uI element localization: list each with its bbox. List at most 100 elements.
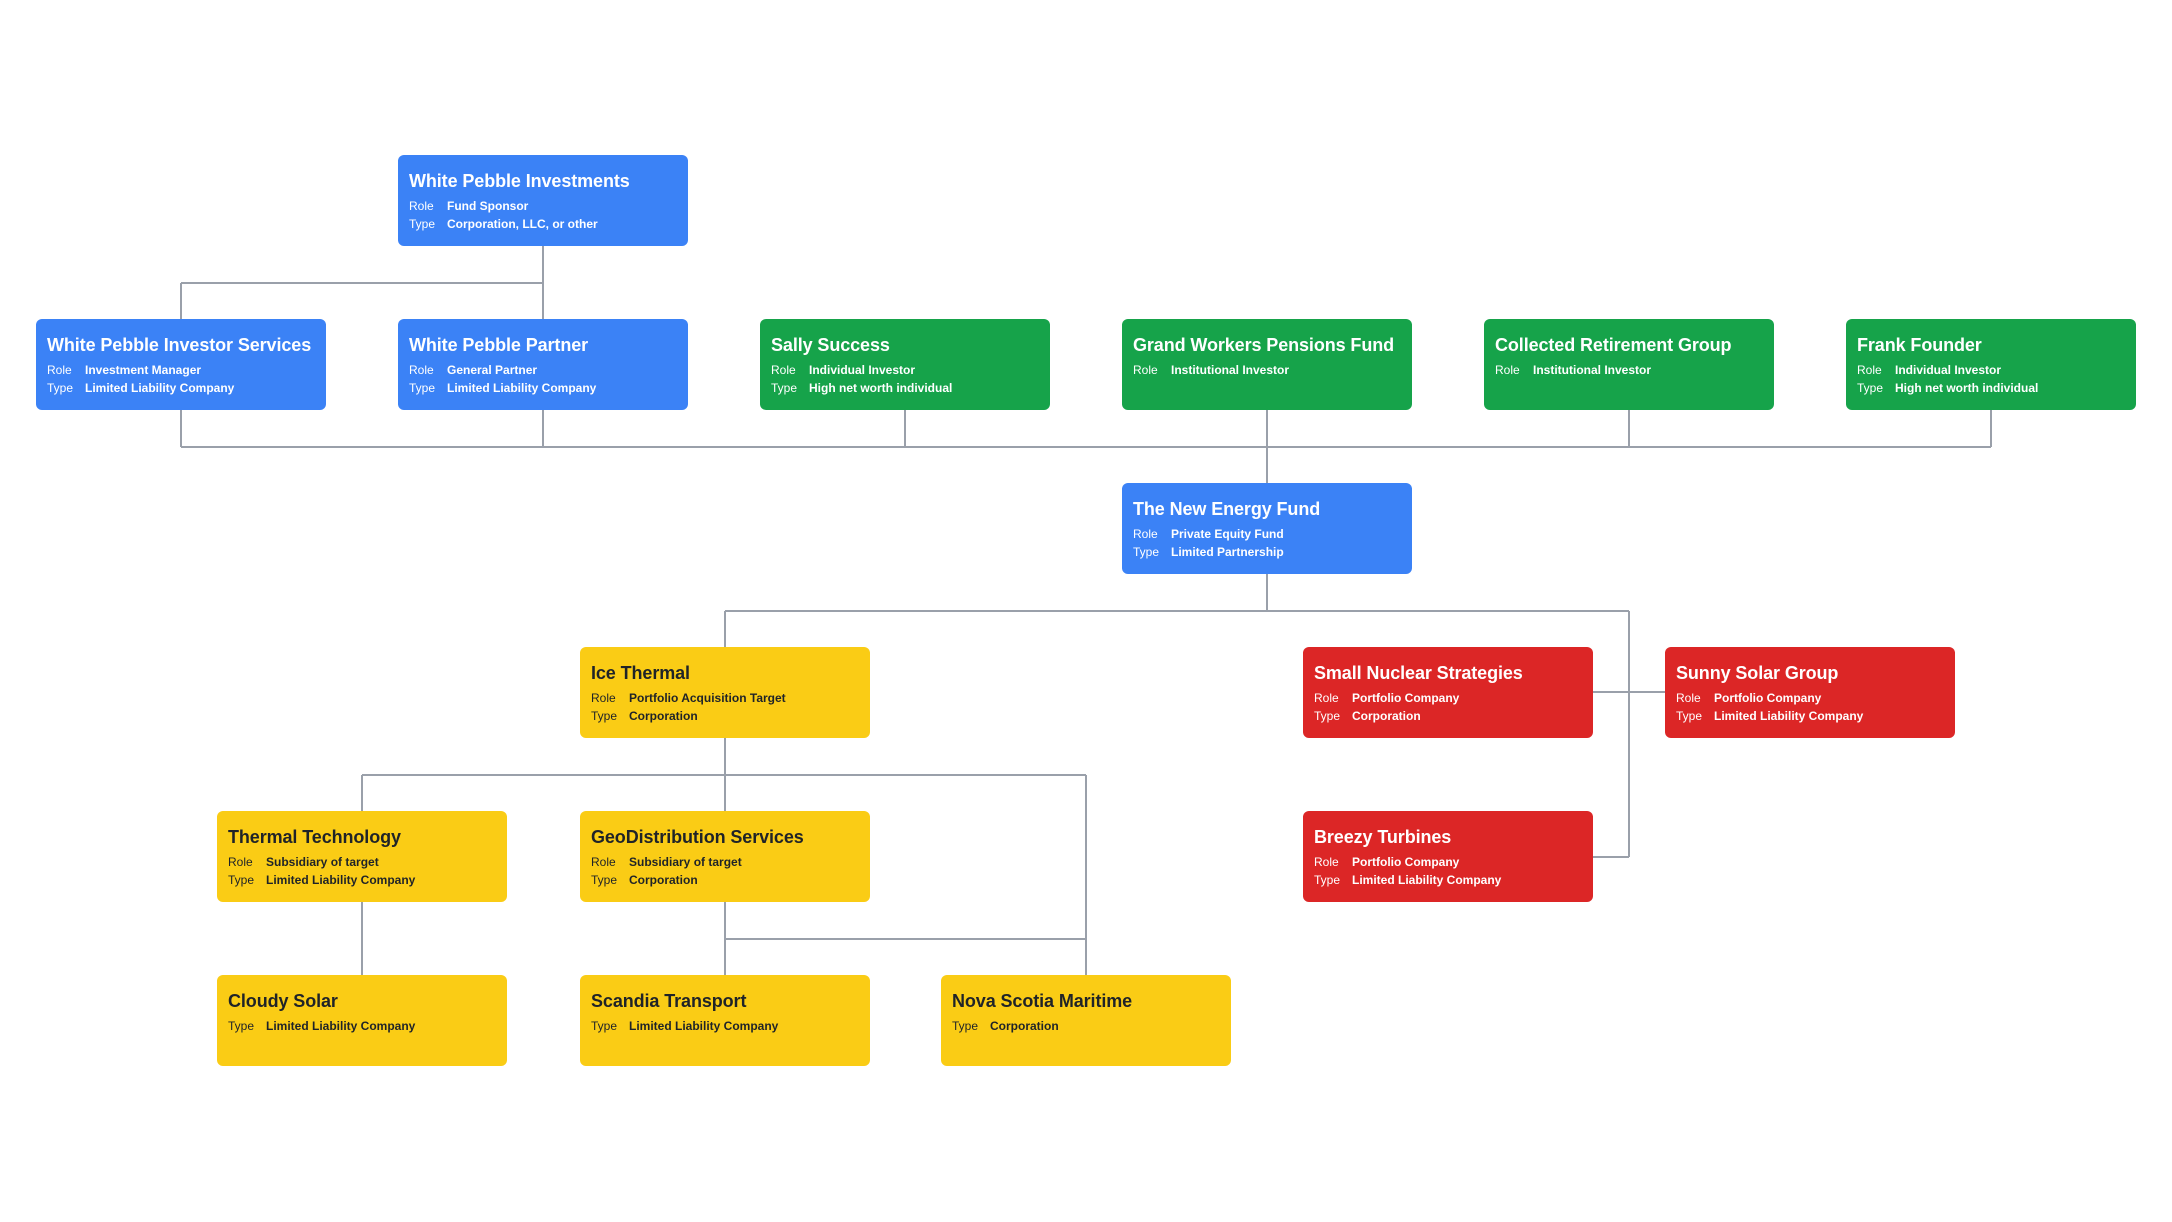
node-title: Breezy Turbines	[1314, 827, 1452, 847]
type-label: Type	[1676, 709, 1703, 723]
node-white-pebble-investments[interactable]: White Pebble Investments Role Fund Sponso…	[398, 155, 688, 246]
type-label: Type	[1314, 873, 1341, 887]
node-sunny-solar-group[interactable]: Sunny Solar Group Role Portfolio Company …	[1665, 647, 1955, 738]
node-type-row: Type Limited Liability Company	[591, 1017, 859, 1035]
node-role-row: Role Subsidiary of target	[228, 853, 496, 871]
node-nova-scotia-maritime[interactable]: Nova Scotia Maritime Type Corporation	[941, 975, 1231, 1066]
node-type-row: Type Limited Liability Company	[1314, 871, 1582, 889]
node-role-row: Role Portfolio Company	[1676, 689, 1944, 707]
type-value: Corporation	[990, 1019, 1059, 1033]
node-title: Collected Retirement Group	[1495, 335, 1732, 355]
role-value: Portfolio Acquisition Target	[629, 691, 786, 705]
type-label: Type	[228, 1019, 255, 1033]
node-grand-workers-pensions-fund[interactable]: Grand Workers Pensions Fund Role Institut…	[1122, 319, 1412, 410]
node-title: Cloudy Solar	[228, 991, 338, 1011]
type-label: Type	[1133, 545, 1160, 559]
node-title: The New Energy Fund	[1133, 499, 1321, 519]
type-value: Corporation	[629, 709, 698, 723]
node-role-row: Role Portfolio Company	[1314, 689, 1582, 707]
node-role-row: Role Portfolio Company	[1314, 853, 1582, 871]
node-type-row: Type High net worth individual	[771, 379, 1039, 397]
role-value: Investment Manager	[85, 363, 202, 377]
node-type-row: Type Corporation	[1314, 707, 1582, 725]
type-value: Limited Liability Company	[85, 381, 235, 395]
node-title: GeoDistribution Services	[591, 827, 804, 847]
type-label: Type	[228, 873, 255, 887]
node-title: White Pebble Investments	[409, 171, 630, 191]
type-label: Type	[952, 1019, 979, 1033]
node-type-row: Type Limited Liability Company	[228, 1017, 496, 1035]
node-cloudy-solar[interactable]: Cloudy Solar Type Limited Liability Compa…	[217, 975, 507, 1066]
node-thermal-technology[interactable]: Thermal Technology Role Subsidiary of tar…	[217, 811, 507, 902]
node-title: White Pebble Investor Services	[47, 335, 312, 355]
role-value: Portfolio Company	[1714, 691, 1822, 705]
type-label: Type	[1314, 709, 1341, 723]
node-type-row: Type Limited Liability Company	[47, 379, 315, 397]
node-type-row: Type High net worth individual	[1857, 379, 2125, 397]
role-label: Role	[228, 855, 253, 869]
node-sally-success[interactable]: Sally Success Role Individual Investor Ty…	[760, 319, 1050, 410]
node-the-new-energy-fund[interactable]: The New Energy Fund Role Private Equity F…	[1122, 483, 1412, 574]
node-geodistribution-services[interactable]: GeoDistribution Services Role Subsidiary …	[580, 811, 870, 902]
node-title: Sally Success	[771, 335, 890, 355]
role-label: Role	[771, 363, 796, 377]
type-label: Type	[591, 873, 618, 887]
node-breezy-turbines[interactable]: Breezy Turbines Role Portfolio Company Ty…	[1303, 811, 1593, 902]
role-label: Role	[1314, 691, 1339, 705]
role-value: Institutional Investor	[1533, 363, 1652, 377]
node-type-row: Type Corporation	[952, 1017, 1220, 1035]
type-label: Type	[591, 709, 618, 723]
role-value: Fund Sponsor	[447, 199, 529, 213]
node-title: Scandia Transport	[591, 991, 747, 1011]
node-role-row: Role General Partner	[409, 361, 677, 379]
node-small-nuclear-strategies[interactable]: Small Nuclear Strategies Role Portfolio C…	[1303, 647, 1593, 738]
role-label: Role	[1133, 363, 1158, 377]
node-white-pebble-investor-services[interactable]: White Pebble Investor Services Role Inves…	[36, 319, 326, 410]
role-label: Role	[1857, 363, 1882, 377]
role-value: Portfolio Company	[1352, 691, 1460, 705]
type-value: High net worth individual	[1895, 381, 2039, 395]
type-label: Type	[1857, 381, 1884, 395]
type-value: Limited Liability Company	[266, 873, 416, 887]
role-value: Individual Investor	[1895, 363, 2002, 377]
role-value: Institutional Investor	[1171, 363, 1290, 377]
type-label: Type	[47, 381, 74, 395]
node-role-row: Role Subsidiary of target	[591, 853, 859, 871]
node-role-row: Role Individual Investor	[1857, 361, 2125, 379]
node-title: Ice Thermal	[591, 663, 690, 683]
node-type-row: Type Limited Liability Company	[228, 871, 496, 889]
type-value: Limited Liability Company	[629, 1019, 779, 1033]
type-label: Type	[409, 381, 436, 395]
node-frank-founder[interactable]: Frank Founder Role Individual Investor Ty…	[1846, 319, 2136, 410]
node-title: Small Nuclear Strategies	[1314, 663, 1523, 683]
type-label: Type	[771, 381, 798, 395]
role-label: Role	[591, 691, 616, 705]
type-label: Type	[409, 217, 436, 231]
node-title: Frank Founder	[1857, 335, 1982, 355]
node-role-row: Role Fund Sponsor	[409, 197, 677, 215]
type-value: Limited Liability Company	[447, 381, 597, 395]
role-label: Role	[1495, 363, 1520, 377]
node-role-row: Role Portfolio Acquisition Target	[591, 689, 859, 707]
type-value: Limited Partnership	[1171, 545, 1284, 559]
node-scandia-transport[interactable]: Scandia Transport Type Limited Liability …	[580, 975, 870, 1066]
node-type-row: Type Limited Liability Company	[1676, 707, 1944, 725]
node-title: Nova Scotia Maritime	[952, 991, 1133, 1011]
role-label: Role	[409, 363, 434, 377]
role-label: Role	[591, 855, 616, 869]
role-label: Role	[1676, 691, 1701, 705]
node-role-row: Role Institutional Investor	[1495, 361, 1763, 379]
role-value: Private Equity Fund	[1171, 527, 1284, 541]
node-collected-retirement-group[interactable]: Collected Retirement Group Role Instituti…	[1484, 319, 1774, 410]
node-white-pebble-partner[interactable]: White Pebble Partner Role General Partner…	[398, 319, 688, 410]
role-label: Role	[409, 199, 434, 213]
type-value: Limited Liability Company	[1714, 709, 1864, 723]
node-ice-thermal[interactable]: Ice Thermal Role Portfolio Acquisition Ta…	[580, 647, 870, 738]
node-role-row: Role Institutional Investor	[1133, 361, 1401, 379]
type-label: Type	[591, 1019, 618, 1033]
type-value: Limited Liability Company	[266, 1019, 416, 1033]
role-value: Subsidiary of target	[629, 855, 742, 869]
role-label: Role	[1133, 527, 1158, 541]
type-value: Corporation	[1352, 709, 1421, 723]
type-value: Corporation	[629, 873, 698, 887]
